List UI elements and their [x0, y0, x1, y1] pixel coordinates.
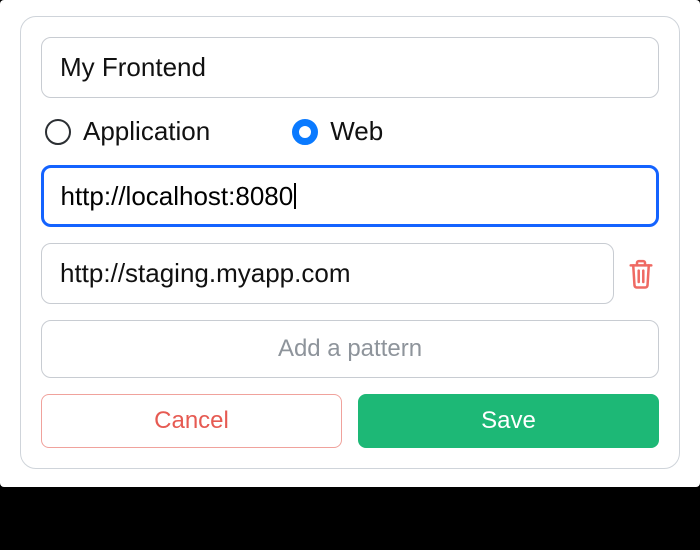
radio-label-web: Web — [330, 116, 383, 147]
radio-icon-checked — [292, 119, 318, 145]
pattern-input-0[interactable]: http://localhost:8080 — [41, 165, 659, 227]
radio-option-web[interactable]: Web — [292, 116, 383, 147]
device-frame: Application Web http://localhost:8080 — [0, 0, 700, 487]
radio-icon — [45, 119, 71, 145]
radio-label-application: Application — [83, 116, 210, 147]
frontend-config-panel: Application Web http://localhost:8080 — [20, 16, 680, 469]
radio-option-application[interactable]: Application — [45, 116, 210, 147]
cancel-button[interactable]: Cancel — [41, 394, 342, 448]
delete-pattern-button[interactable] — [624, 250, 659, 298]
form-actions: Cancel Save — [41, 394, 659, 448]
pattern-input-1[interactable] — [41, 243, 614, 304]
add-pattern-button[interactable]: Add a pattern — [41, 320, 659, 378]
pattern-input-0-text: http://localhost:8080 — [61, 181, 294, 212]
pattern-row-1 — [41, 243, 659, 304]
trash-icon — [627, 258, 655, 290]
frontend-name-input[interactable] — [41, 37, 659, 98]
text-caret — [294, 183, 296, 209]
frontend-type-radio-group: Application Web — [41, 114, 659, 149]
stage: Application Web http://localhost:8080 — [0, 0, 700, 550]
save-button[interactable]: Save — [358, 394, 659, 448]
